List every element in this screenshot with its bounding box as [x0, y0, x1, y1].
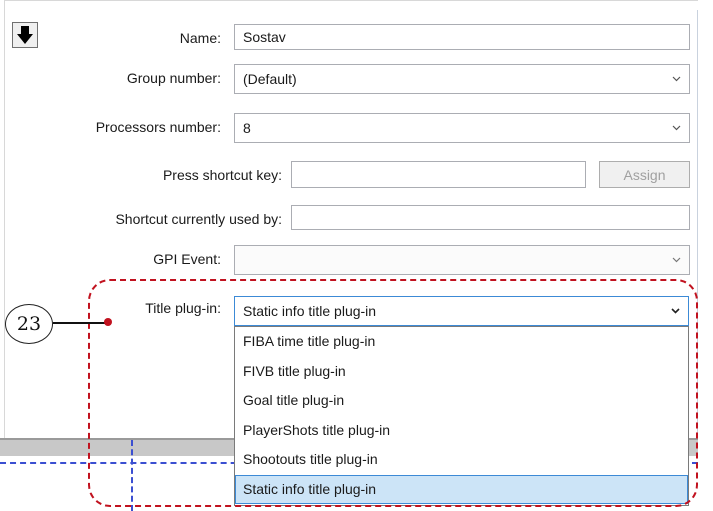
shortcut-key-input[interactable] [291, 161, 586, 188]
callout-leader-line [53, 322, 108, 324]
callout-highlight-box [88, 279, 698, 507]
shortcut-used-by-label: Shortcut currently used by: [115, 211, 282, 227]
callout-leader-dot [104, 318, 112, 326]
chevron-down-icon [671, 74, 681, 84]
processors-number-select[interactable]: 8 [234, 113, 690, 143]
name-field[interactable]: Sostav [234, 24, 690, 50]
arrow-down-icon [17, 26, 33, 44]
move-down-button[interactable] [12, 22, 38, 48]
name-label: Name: [179, 30, 221, 46]
panel-border-left [4, 0, 5, 438]
group-number-value: (Default) [243, 71, 297, 87]
processors-number-label: Processors number: [95, 119, 221, 135]
group-number-label: Group number: [126, 70, 221, 86]
callout-number: 23 [5, 304, 53, 344]
panel-border-top [4, 0, 698, 1]
assign-button[interactable]: Assign [599, 161, 690, 188]
chevron-down-icon [671, 123, 681, 133]
gpi-event-select[interactable] [234, 245, 690, 275]
name-value: Sostav [243, 29, 286, 45]
gpi-event-label: GPI Event: [153, 251, 221, 267]
shortcut-key-label: Press shortcut key: [162, 167, 282, 183]
processors-number-value: 8 [243, 120, 251, 136]
shortcut-used-by-field [291, 205, 690, 230]
chevron-down-icon [671, 255, 681, 265]
group-number-select[interactable]: (Default) [234, 64, 690, 94]
